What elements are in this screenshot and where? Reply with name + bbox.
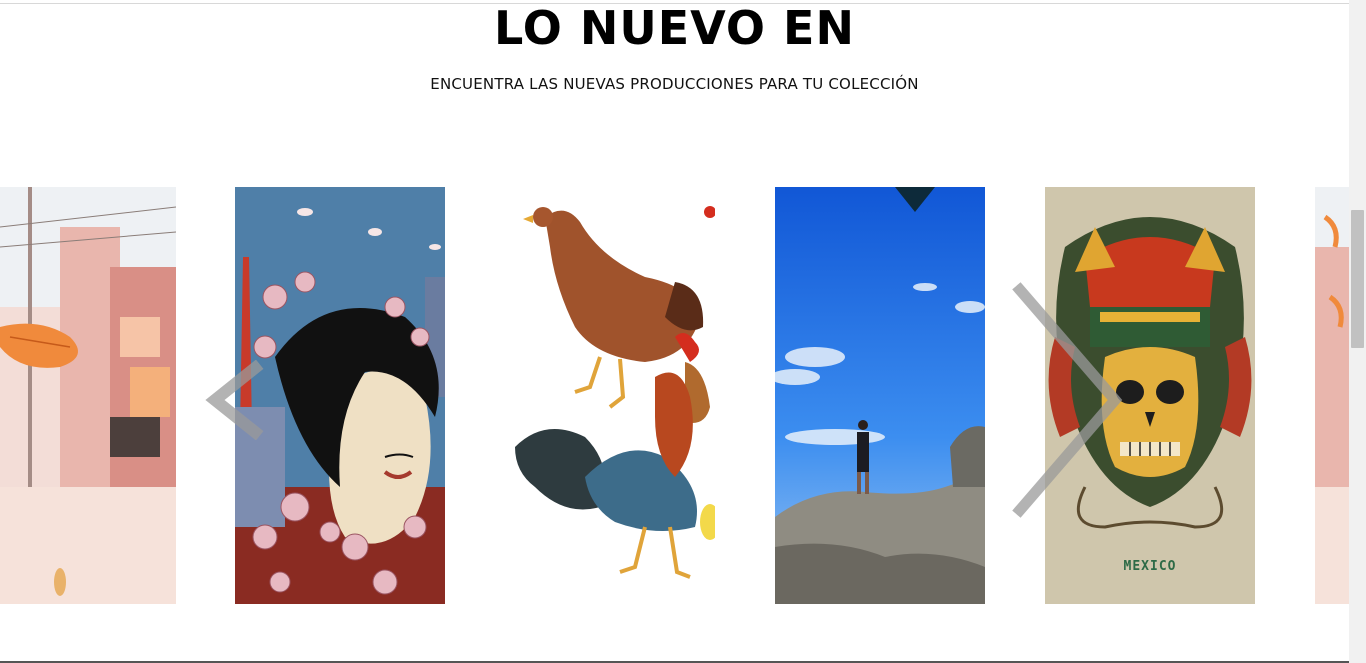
section-subtitle: ENCUENTRA LAS NUEVAS PRODUCCIONES PARA T… xyxy=(430,75,919,93)
chevron-right-icon xyxy=(1012,282,1123,518)
scrollbar-thumb[interactable] xyxy=(1351,210,1364,348)
autumn-street-image xyxy=(0,187,176,604)
carousel-slide-3[interactable] xyxy=(505,187,715,604)
hen-rooster-image xyxy=(505,187,715,604)
carousel-next-button[interactable] xyxy=(1005,280,1125,520)
person-on-rock-image xyxy=(775,187,985,604)
slide-caption: MEXICO xyxy=(1123,559,1177,574)
carousel-slide-4[interactable] xyxy=(775,187,985,604)
autumn-street-image xyxy=(1315,187,1349,604)
carousel-slide-1[interactable] xyxy=(0,187,176,604)
section-title: LO NUEVO EN xyxy=(494,1,855,55)
chevron-left-icon xyxy=(205,359,264,441)
carousel-prev-button[interactable] xyxy=(200,359,270,441)
carousel-slide-6[interactable] xyxy=(1315,187,1349,604)
